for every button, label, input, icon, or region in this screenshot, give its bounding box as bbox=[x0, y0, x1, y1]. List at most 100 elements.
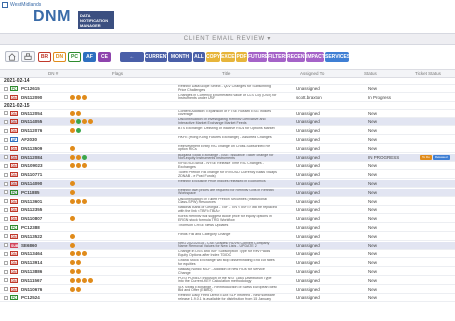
table-row[interactable]: DN DN112076 BTS Exchange: Delisting of Ina… bbox=[0, 127, 455, 136]
flag-dot-icon[interactable] bbox=[70, 251, 75, 257]
flag-dot-icon[interactable] bbox=[76, 277, 81, 283]
toolbar-button-4[interactable]: COPY bbox=[206, 52, 220, 62]
flag-dot-icon[interactable] bbox=[70, 163, 75, 169]
notification-id[interactable]: AF2030 bbox=[21, 136, 37, 143]
table-row[interactable]: DN DN113886 Nasdaq Nordic MCF - Addition o… bbox=[0, 268, 455, 276]
flag-dot-icon[interactable] bbox=[70, 110, 75, 116]
row-checkbox[interactable] bbox=[4, 243, 8, 248]
notification-id[interactable]: DN112076 bbox=[21, 127, 42, 134]
toolbar-button-9[interactable]: RECENT bbox=[287, 52, 308, 62]
row-checkbox[interactable] bbox=[4, 119, 8, 124]
flag-dot-icon[interactable] bbox=[76, 154, 81, 160]
row-checkbox[interactable] bbox=[4, 295, 8, 300]
table-row[interactable]: DN DN109023 NYSE/ICE/Arca - NYSE Release T… bbox=[0, 162, 455, 171]
notification-title[interactable]: Discontinuation of Investigating Refinit… bbox=[178, 118, 278, 125]
flag-dot-icon[interactable] bbox=[82, 154, 87, 160]
filter-dn[interactable]: DN bbox=[53, 52, 66, 62]
col-flags[interactable]: Flags bbox=[112, 70, 123, 78]
flag-dot-icon[interactable] bbox=[70, 145, 75, 151]
notification-id[interactable]: DN110771 bbox=[21, 171, 42, 178]
col-status[interactable]: Status bbox=[364, 70, 377, 78]
table-row[interactable]: DN DN113464 Change in DSS and ISIF Subscri… bbox=[0, 250, 455, 259]
toolbar-button-7[interactable]: FUTURES bbox=[248, 52, 272, 62]
table-row[interactable]: DN DN112090 Changes in Currency Enumerated… bbox=[0, 94, 455, 102]
notification-id[interactable]: DN113522 bbox=[21, 233, 42, 240]
notification-id[interactable]: DN114090 bbox=[21, 180, 42, 187]
row-checkbox[interactable] bbox=[4, 181, 8, 186]
filter-br[interactable]: BR bbox=[38, 52, 51, 62]
flag-dot-icon[interactable] bbox=[70, 94, 75, 100]
page-title[interactable]: CLIENT EMAIL REVIEW ▾ bbox=[0, 33, 455, 45]
flag-dot-icon[interactable] bbox=[70, 119, 75, 125]
filter-af[interactable]: AF bbox=[83, 52, 96, 62]
table-row[interactable]: DN DN110771 Tullett Prebon RB change for I… bbox=[0, 171, 455, 180]
notification-id[interactable]: PC12524 bbox=[21, 294, 40, 301]
notification-title[interactable]: Korea Refinitiv will suggest Bloke price… bbox=[178, 215, 278, 222]
notification-title[interactable]: Refinitiv dwn prices are required for Re… bbox=[178, 189, 278, 196]
notification-title[interactable]: Change in DSS and ISIF Subscription Type… bbox=[178, 250, 278, 257]
toolbar-button-0[interactable]: ← MONTH bbox=[120, 52, 144, 70]
table-row[interactable]: DN DN113914 Ghana Stock Exchange will stop… bbox=[0, 259, 455, 268]
home-icon[interactable] bbox=[5, 51, 19, 62]
table-row[interactable]: DN DN112054 Content Addition: Expansion of… bbox=[0, 110, 455, 118]
row-checkbox[interactable] bbox=[4, 95, 8, 100]
flag-dot-icon[interactable] bbox=[76, 110, 81, 116]
notification-id[interactable]: DN111567 bbox=[21, 277, 42, 284]
flag-dot-icon[interactable] bbox=[82, 119, 87, 125]
notification-title[interactable]: SIX Swiss Exchange - Reintroduction of S… bbox=[178, 286, 278, 293]
flag-dot-icon[interactable] bbox=[76, 198, 81, 204]
flag-dot-icon[interactable] bbox=[70, 269, 75, 274]
notification-id[interactable]: DN112084 bbox=[21, 154, 42, 161]
row-checkbox[interactable] bbox=[4, 278, 8, 283]
notification-title[interactable]: Fields FIB and Category Change bbox=[178, 233, 278, 240]
notification-title[interactable]: POSTPONED: Inclusion of the NST 1864 Dis… bbox=[178, 277, 278, 284]
table-row[interactable]: DN DN114090 Refinitiv Exclusive Price Indi… bbox=[0, 180, 455, 188]
notification-title[interactable]: Discontinuation of Tullett Prebon Securi… bbox=[178, 198, 278, 205]
row-checkbox[interactable] bbox=[4, 260, 8, 265]
row-checkbox[interactable] bbox=[4, 128, 8, 133]
flag-dot-icon[interactable] bbox=[70, 277, 75, 283]
row-checkbox[interactable] bbox=[4, 251, 8, 256]
notification-id[interactable]: PC12388 bbox=[21, 224, 40, 231]
notification-id[interactable]: DN112090 bbox=[21, 94, 42, 101]
notification-title[interactable]: NRG 2021/2015 - CSE Grades/ RDVN Convert… bbox=[178, 242, 278, 249]
toolbar-button-8[interactable]: FILTERS bbox=[268, 52, 288, 62]
table-row[interactable]: SUB SE6860 NRG 2021/2015 - CSE Grades/ RDV… bbox=[0, 241, 455, 250]
notification-id[interactable]: DN113509 bbox=[21, 145, 42, 152]
notification-id[interactable]: DN113886 bbox=[21, 268, 42, 275]
notification-title[interactable]: BTS Exchange: Delisting of Inactive RICs… bbox=[178, 127, 278, 134]
flag-dot-icon[interactable] bbox=[76, 128, 81, 134]
print-icon[interactable] bbox=[21, 51, 35, 62]
flag-dot-icon[interactable] bbox=[70, 181, 75, 186]
row-checkbox[interactable] bbox=[4, 190, 8, 195]
notification-title[interactable]: NYSE/ICE/Arca - NYSE Release Time RIC Ch… bbox=[178, 162, 278, 169]
table-row[interactable]: DN DN113522 Fields FIB and Category Change… bbox=[0, 233, 455, 241]
notification-title[interactable]: Bulgaria Stock Exchange - BSE: Issuance … bbox=[178, 154, 278, 161]
notification-id[interactable]: PC11885 bbox=[21, 189, 40, 196]
notification-id[interactable]: DN110676 bbox=[21, 286, 42, 293]
notification-id[interactable]: DN114055 bbox=[21, 118, 42, 125]
toolbar-button-1[interactable]: CURRENT bbox=[145, 52, 169, 62]
flag-dot-icon[interactable] bbox=[82, 277, 87, 283]
flag-dot-icon[interactable] bbox=[82, 198, 87, 204]
notification-title[interactable]: Content Addition: Expansion of FTSE Russ… bbox=[178, 110, 278, 117]
flag-dot-icon[interactable] bbox=[76, 163, 81, 169]
col-assigned[interactable]: Assigned To bbox=[300, 70, 324, 78]
flag-dot-icon[interactable] bbox=[70, 189, 75, 195]
notification-title[interactable]: Refinitiv Daily Feed Direct EDM SLP Info… bbox=[178, 294, 278, 301]
notification-title[interactable]: HKFE (Hong Kong Futures Exchange) - Asso… bbox=[178, 136, 278, 143]
table-row[interactable]: DN DN114055 Discontinuation of Investigati… bbox=[0, 118, 455, 127]
row-checkbox[interactable] bbox=[4, 146, 8, 151]
toolbar-button-6[interactable]: PDF bbox=[236, 52, 247, 62]
notification-id[interactable]: DN112054 bbox=[21, 110, 42, 117]
row-checkbox[interactable] bbox=[4, 199, 8, 204]
notification-id[interactable]: SE6860 bbox=[21, 242, 37, 249]
notification-title[interactable]: Tullett Prebon RB change for IRV/USD Cur… bbox=[178, 171, 278, 178]
notification-title[interactable]: Refinitiv Exclusive Price Indices releas… bbox=[178, 180, 278, 187]
toolbar-button-2[interactable]: MONTH → bbox=[168, 52, 192, 70]
row-checkbox[interactable] bbox=[4, 207, 8, 212]
toolbar-button-3[interactable]: ALL bbox=[193, 52, 205, 62]
notification-title[interactable]: Ghana Stock Exchange will stop dissemina… bbox=[178, 259, 278, 266]
notification-id[interactable]: DN109023 bbox=[21, 162, 43, 169]
row-checkbox[interactable] bbox=[4, 137, 8, 142]
